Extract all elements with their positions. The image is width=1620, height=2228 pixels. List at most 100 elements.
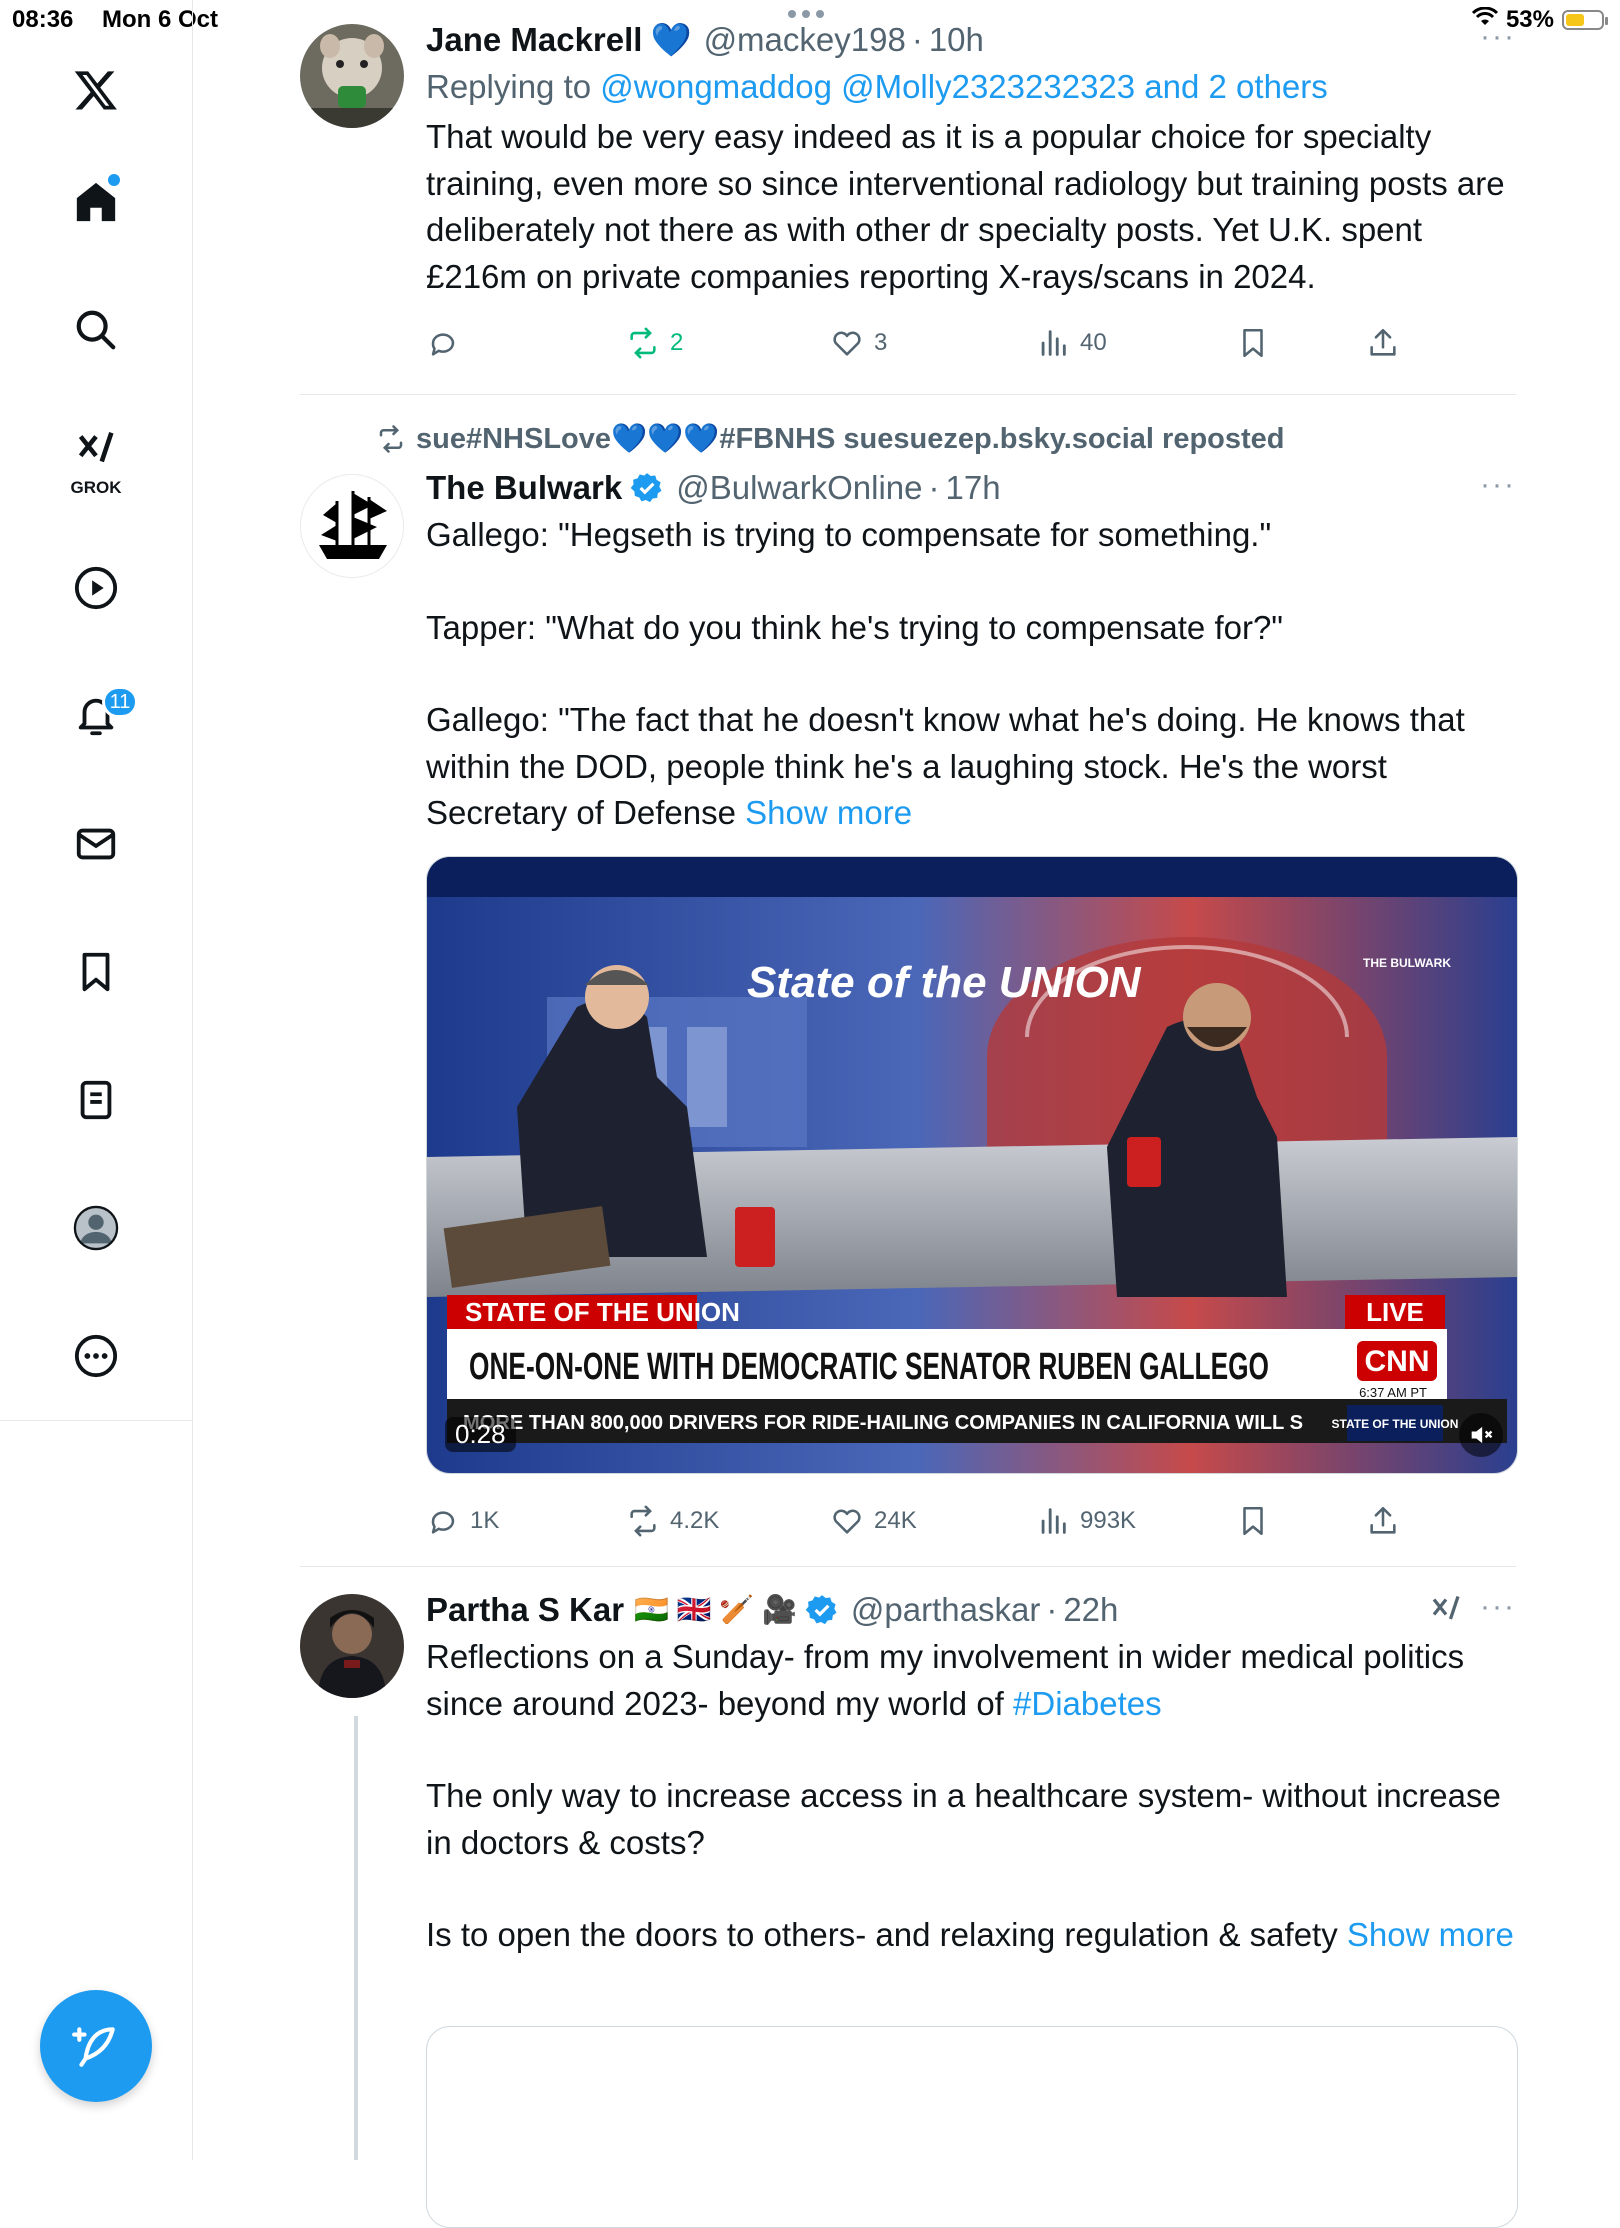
- compose-button[interactable]: [40, 1990, 152, 2102]
- avatar[interactable]: [300, 474, 404, 578]
- more-icon[interactable]: [66, 1326, 126, 1386]
- separator-dot: ·: [1046, 1591, 1058, 1628]
- tweet-time[interactable]: 22h: [1063, 1590, 1118, 1630]
- tweet-the-bulwark[interactable]: sue#NHSLove💙💙💙#FBNHS suesuezep.bsky.soci…: [300, 420, 1518, 1560]
- more-options-icon[interactable]: ···: [1480, 1590, 1516, 1624]
- mute-icon: [1471, 1426, 1493, 1444]
- video-icon[interactable]: [66, 558, 126, 618]
- search-icon[interactable]: [66, 300, 126, 360]
- like-count: 3: [874, 329, 888, 356]
- link-preview-card[interactable]: [426, 2026, 1518, 2228]
- live-badge: LIVE: [1366, 1297, 1424, 1327]
- repost-icon: [630, 1505, 656, 1537]
- show-more-link[interactable]: Show more: [1347, 1916, 1514, 1953]
- news-ticker: MORE THAN 800,000 DRIVERS FOR RIDE-HAILI…: [463, 1412, 1303, 1434]
- views-icon: [1041, 1508, 1066, 1534]
- ship-logo-icon: [301, 475, 403, 577]
- bookmark-icon: [1243, 328, 1263, 358]
- views-button[interactable]: 40: [1036, 326, 1107, 360]
- views-icon: [1041, 330, 1066, 356]
- reply-count: 1K: [470, 1507, 500, 1534]
- reply-button[interactable]: 1K: [426, 1504, 499, 1538]
- more-options-icon[interactable]: ···: [1480, 468, 1516, 502]
- bookmark-icon: [1243, 1506, 1263, 1536]
- profile-icon[interactable]: [66, 1198, 126, 1258]
- video-watermark: THE BULWARK: [1363, 956, 1451, 970]
- avatar[interactable]: [300, 1594, 404, 1698]
- separator-dot: ·: [911, 21, 923, 58]
- home-notification-dot: [108, 174, 120, 186]
- like-button[interactable]: 3: [830, 326, 887, 360]
- messages-icon[interactable]: [66, 814, 126, 874]
- video-duration: 0:28: [445, 1417, 516, 1452]
- bookmark-button[interactable]: [1236, 326, 1270, 360]
- repost-button[interactable]: 4.2K: [626, 1504, 719, 1538]
- tweet-time[interactable]: 10h: [929, 20, 984, 60]
- view-count: 40: [1080, 329, 1107, 356]
- bookmarks-icon[interactable]: [66, 942, 126, 1002]
- views-button[interactable]: 993K: [1036, 1504, 1136, 1538]
- tweet-actions: 2 3 40: [426, 326, 1516, 370]
- replying-to-users[interactable]: @wongmaddog @Molly2323232323 and 2 other…: [600, 68, 1327, 105]
- thread-line: [354, 1716, 358, 2160]
- tweet-text: Reflections on a Sunday- from my involve…: [426, 1634, 1516, 1959]
- user-handle[interactable]: @parthaskar: [851, 1590, 1040, 1630]
- program-title: STATE OF THE UNION: [465, 1297, 740, 1327]
- display-name[interactable]: Jane Mackrell: [426, 20, 642, 60]
- tweet-paragraph: Gallego: "Hegseth is trying to compensat…: [426, 516, 1272, 553]
- verified-badge-icon: [630, 473, 662, 503]
- tweet-paragraph: The only way to increase access in a hea…: [426, 1777, 1501, 1861]
- share-icon: [1370, 1506, 1396, 1534]
- grok-icon[interactable]: [66, 420, 126, 480]
- show-more-link[interactable]: Show more: [745, 794, 912, 831]
- video-player[interactable]: State of the UNION THE BULWARK STATE OF …: [426, 856, 1518, 1474]
- more-options-icon[interactable]: ···: [1480, 20, 1516, 54]
- show-logo: State of the UNION: [747, 958, 1142, 1007]
- view-count: 993K: [1080, 1507, 1137, 1534]
- tweet-jane-mackrell[interactable]: Jane Mackrell 💙 @mackey198 · 10h ··· Rep…: [300, 20, 1516, 390]
- tweet-text: Gallego: "Hegseth is trying to compensat…: [426, 512, 1516, 837]
- tweet-paragraph-text: Reflections on a Sunday- from my involve…: [426, 1638, 1465, 1722]
- tweet-paragraph: Reflections on a Sunday- from my involve…: [426, 1634, 1516, 1727]
- sotu-small-logo: STATE OF THE UNION: [1332, 1417, 1459, 1431]
- battery-icon: [1562, 10, 1608, 30]
- replying-to-label: Replying to: [426, 68, 592, 105]
- reposted-by-text: sue#NHSLove💙💙💙#FBNHS suesuezep.bsky.soci…: [416, 423, 1285, 455]
- bookmark-button[interactable]: [1236, 1504, 1270, 1538]
- heart-icon: [833, 331, 861, 356]
- tweet-actions: 1K 4.2K 24K 993K: [426, 1504, 1516, 1548]
- sidebar-divider: [0, 1420, 192, 1421]
- display-name[interactable]: Partha S Kar: [426, 1590, 624, 1630]
- like-count: 24K: [874, 1507, 917, 1534]
- display-name[interactable]: The Bulwark: [426, 468, 622, 508]
- tweet-separator: [300, 394, 1516, 395]
- heart-icon: [833, 1509, 861, 1534]
- tweet-text: That would be very easy indeed as it is …: [426, 118, 1505, 295]
- repost-context[interactable]: sue#NHSLove💙💙💙#FBNHS suesuezep.bsky.soci…: [376, 422, 1285, 456]
- tweet-paragraph: Tapper: "What do you think he's trying t…: [426, 608, 1284, 646]
- video-headline: ONE-ON-ONE WITH DEMOCRATIC SENATOR RUBEN…: [469, 1346, 1269, 1388]
- lists-icon[interactable]: [66, 1070, 126, 1130]
- share-button[interactable]: [1366, 1504, 1400, 1538]
- avatar[interactable]: [300, 24, 404, 128]
- grok-explain-icon[interactable]: [1428, 1592, 1464, 1633]
- name-emoji: 💙: [650, 21, 692, 58]
- user-handle[interactable]: @mackey198: [704, 20, 906, 60]
- tweet-separator: [300, 1566, 1516, 1567]
- user-handle[interactable]: @BulwarkOnline: [676, 468, 922, 508]
- repost-icon: [379, 425, 403, 453]
- tweet-time[interactable]: 17h: [945, 468, 1000, 508]
- grok-label: GROK: [70, 478, 122, 497]
- tweet-paragraph: Gallego: "The fact that he doesn't know …: [426, 697, 1516, 837]
- reply-button[interactable]: [426, 326, 470, 360]
- repost-button[interactable]: 2: [626, 326, 683, 360]
- hashtag-link[interactable]: #Diabetes: [1013, 1685, 1162, 1722]
- tweet-paragraph-text: Gallego: "The fact that he doesn't know …: [426, 701, 1465, 831]
- video-clock: 6:37 AM PT: [1359, 1385, 1427, 1400]
- mute-button[interactable]: [1459, 1413, 1503, 1457]
- x-logo-icon[interactable]: [66, 60, 126, 120]
- share-button[interactable]: [1366, 326, 1400, 360]
- like-button[interactable]: 24K: [830, 1504, 917, 1538]
- notifications-badge: 11: [102, 686, 138, 718]
- tweet-paragraph: Is to open the doors to others- and rela…: [426, 1912, 1516, 1959]
